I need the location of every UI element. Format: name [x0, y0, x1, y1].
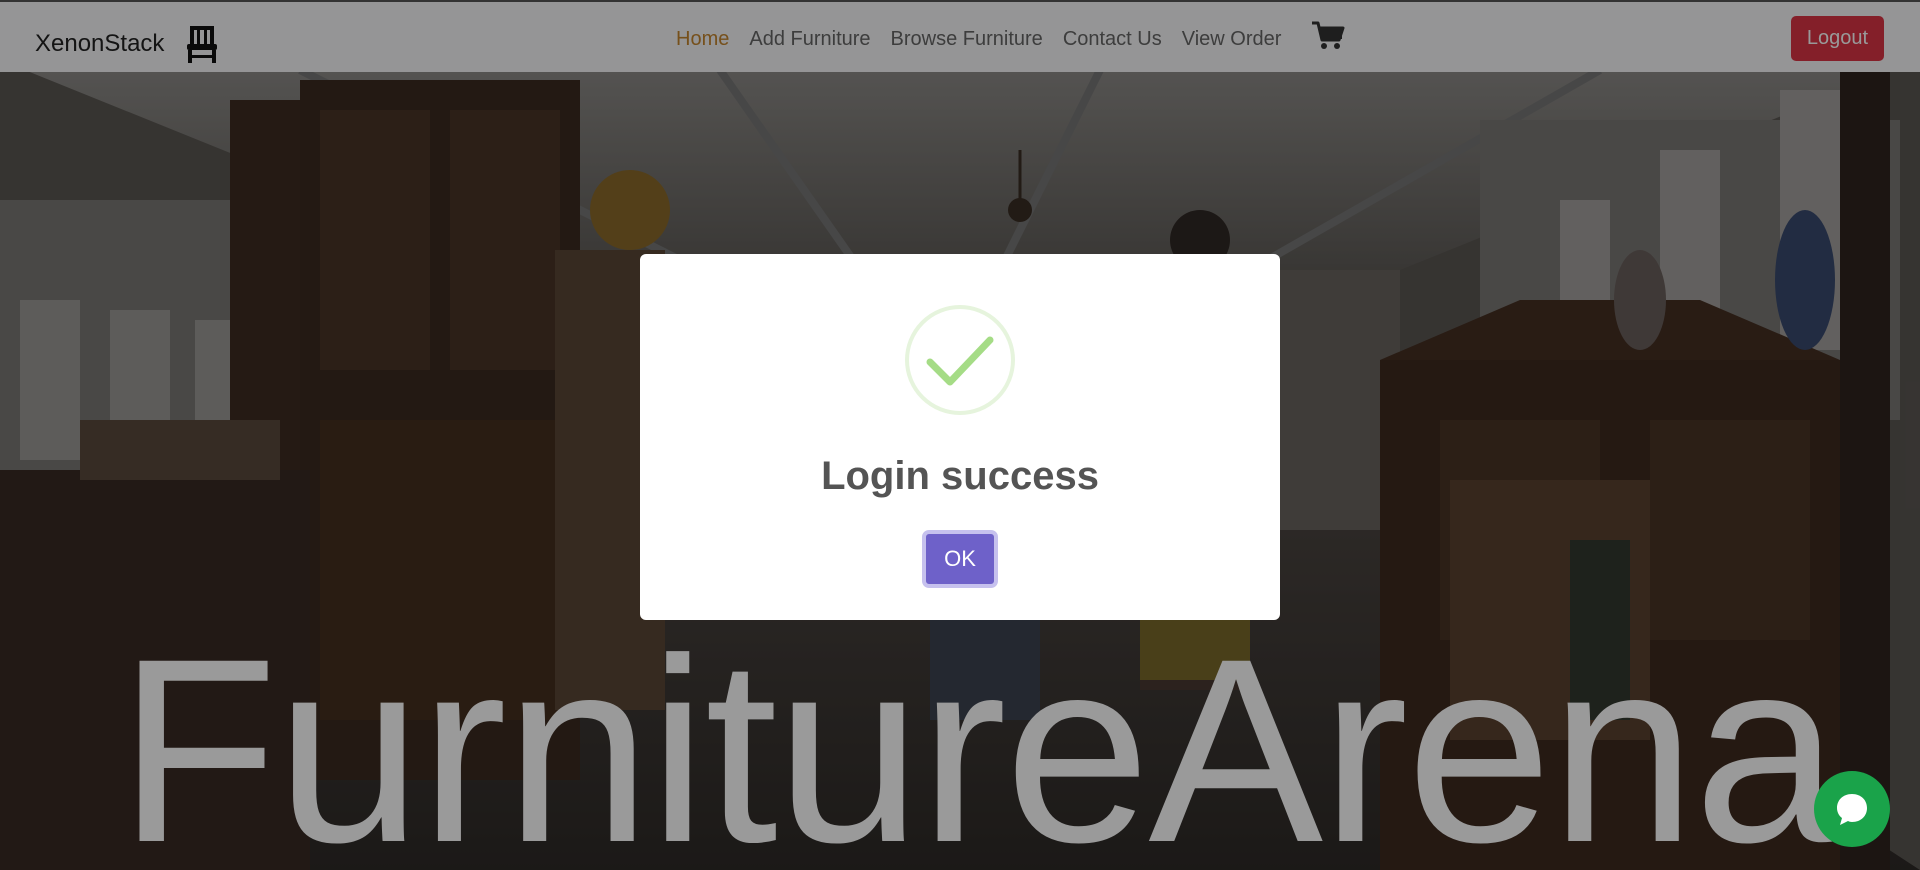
dialog-title: Login success [821, 454, 1099, 498]
page: FurnitureArena XenonStack Home Add Furni… [0, 0, 1920, 870]
chat-bubble-icon [1837, 794, 1867, 825]
hero-title: FurnitureArena [118, 604, 1840, 870]
ok-button[interactable]: OK [922, 530, 998, 588]
chat-widget-button[interactable] [1814, 771, 1890, 847]
modal-backdrop-top [0, 0, 1920, 72]
success-check-icon [905, 305, 1015, 415]
success-dialog: Login success OK [640, 254, 1280, 620]
